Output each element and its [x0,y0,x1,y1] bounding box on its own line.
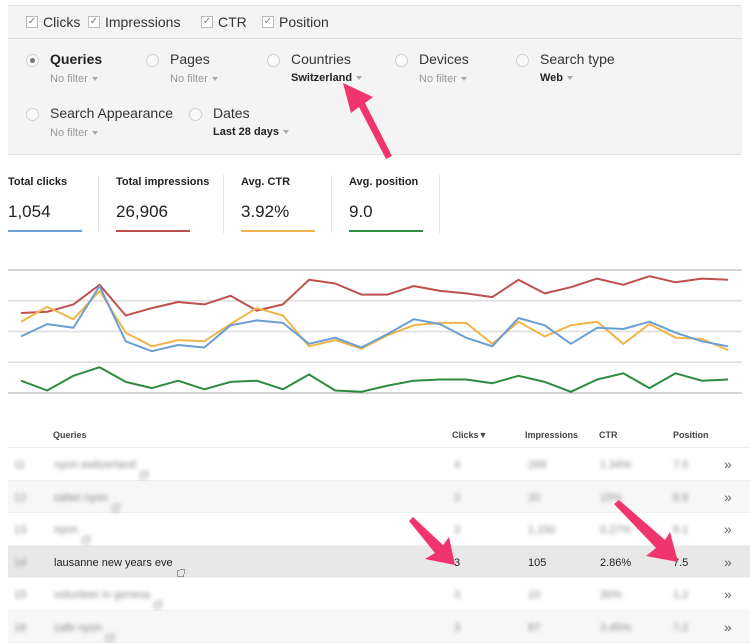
query-link[interactable]: volunteer in geneva [54,589,161,601]
annotation-arrow-countries [330,80,410,162]
row-expand-icon[interactable]: » [724,456,729,472]
row-number: 11 [14,459,25,471]
cell-position: 1.2 [673,589,688,601]
external-link-icon[interactable] [106,635,113,642]
row-number: 16 [14,622,26,634]
row-number: 14 [14,557,26,569]
radio-search-appearance[interactable] [26,108,39,121]
radio-queries[interactable] [26,54,39,67]
filter-dropdown-queries[interactable]: No filter [50,73,98,85]
divider [439,175,440,233]
metric-checkbox-row: ✓Clicks ✓Impressions ✓CTR ✓Position [8,6,742,39]
cell-impressions: 299 [528,459,546,471]
column-header-clicks[interactable]: Clicks▼ [452,430,487,440]
table-row[interactable]: 16 cafe nyon 3 87 3.45% 7.2 » [8,611,750,643]
table-row[interactable]: 11 nyon switzerland 4 299 1.34% 7.5 » [8,448,750,481]
cell-clicks: 3 [454,589,460,601]
radio-pages[interactable] [146,54,159,67]
cell-ctr: 30% [600,589,622,601]
row-number: 15 [14,589,26,601]
filter-dropdown-devices[interactable]: No filter [419,73,467,85]
external-link-icon[interactable] [112,505,119,512]
cell-clicks: 4 [454,459,460,471]
filter-dropdown-pages[interactable]: No filter [170,73,218,85]
cell-impressions: 105 [528,557,546,569]
radio-countries[interactable] [267,54,280,67]
row-expand-icon[interactable]: » [724,619,729,635]
checkbox-position[interactable]: ✓Position [262,14,329,30]
query-link[interactable]: safari nyon [54,492,119,504]
annotation-arrow-clicks [405,515,465,567]
series-line-position [21,367,728,392]
column-header-impressions[interactable]: Impressions [525,430,578,440]
external-link-icon[interactable] [82,537,89,544]
row-expand-icon[interactable]: » [724,521,729,537]
column-header-position[interactable]: Position [673,430,709,440]
cell-ctr: 3.45% [600,622,631,634]
divider [223,175,224,233]
series-line-impressions [21,276,728,315]
checkmark-icon: ✓ [26,16,38,28]
row-expand-icon[interactable]: » [724,489,729,505]
filter-dropdown-search-type[interactable]: Web [540,72,573,84]
radio-dates[interactable] [189,108,202,121]
checkmark-icon: ✓ [262,16,274,28]
external-link-icon[interactable] [177,570,184,577]
row-number: 13 [14,524,26,536]
cell-position: 7.5 [673,459,688,471]
series-color-bar [349,230,423,232]
checkmark-icon: ✓ [88,16,100,28]
row-expand-icon[interactable]: » [724,554,729,570]
annotation-arrow-position [610,500,690,570]
cell-impressions: 10 [528,589,540,601]
radio-devices[interactable] [395,54,408,67]
query-link[interactable]: cafe nyon [54,622,113,634]
external-link-icon[interactable] [140,472,147,479]
caret-down-icon [92,77,98,81]
filter-dropdown-dates[interactable]: Last 28 days [213,126,289,138]
checkbox-impressions[interactable]: ✓Impressions [88,14,180,30]
column-header-queries[interactable]: Queries [53,430,87,440]
cell-clicks: 3 [454,492,460,504]
checkbox-ctr[interactable]: ✓CTR [201,14,247,30]
cell-clicks: 3 [454,622,460,634]
external-link-icon[interactable] [154,602,161,609]
row-number: 12 [14,492,26,504]
caret-down-icon [567,76,573,80]
query-link[interactable]: nyon switzerland [54,459,147,471]
column-header-ctr[interactable]: CTR [599,430,618,440]
caret-down-icon [92,131,98,135]
cell-ctr: 1.34% [600,459,631,471]
query-link[interactable]: lausanne new years eve [54,557,184,569]
divider [98,175,99,233]
divider [331,175,332,233]
filter-dropdown-search-appearance[interactable]: No filter [50,127,98,139]
table-row[interactable]: 15 volunteer in geneva 3 10 30% 1.2 » [8,578,750,611]
cell-impressions: 1,150 [528,524,556,536]
caret-down-icon [461,77,467,81]
checkbox-clicks[interactable]: ✓Clicks [26,14,80,30]
sort-desc-icon: ▼ [479,430,488,440]
performance-line-chart[interactable] [0,262,750,402]
cell-impressions: 20 [528,492,540,504]
series-color-bar [241,230,315,232]
query-link[interactable]: nyon [54,524,89,536]
radio-search-type[interactable] [516,54,529,67]
cell-position: 7.2 [673,622,688,634]
row-expand-icon[interactable]: » [724,586,729,602]
checkmark-icon: ✓ [201,16,213,28]
cell-impressions: 87 [528,622,540,634]
table-header: Queries Clicks▼ Impressions CTR Position [8,420,750,448]
series-color-bar [8,230,82,232]
caret-down-icon [212,77,218,81]
series-color-bar [116,230,190,232]
caret-down-icon [283,130,289,134]
